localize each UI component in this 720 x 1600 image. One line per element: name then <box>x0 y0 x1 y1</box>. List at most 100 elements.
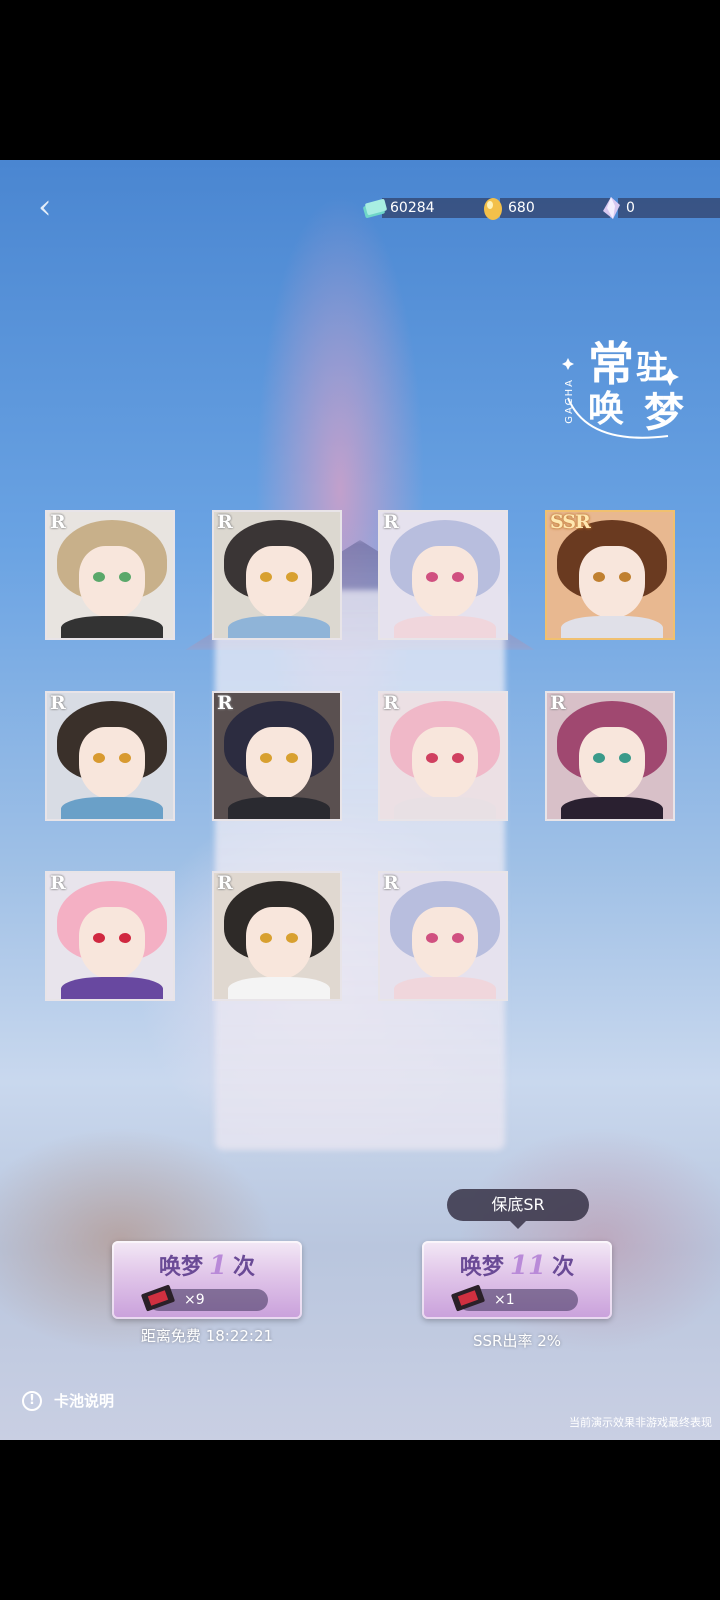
character-eye <box>593 753 605 763</box>
character-face <box>246 907 312 979</box>
character-outfit <box>61 797 163 819</box>
character-eye <box>119 933 131 943</box>
character-card[interactable]: R <box>378 510 508 640</box>
character-card[interactable]: R <box>45 510 175 640</box>
character-face <box>412 546 478 618</box>
pool-info-label: 卡池说明 <box>54 1392 115 1410</box>
rarity-badge: R <box>383 692 399 714</box>
character-card[interactable]: R <box>45 691 175 821</box>
character-outfit <box>61 977 163 999</box>
character-outfit <box>228 797 330 819</box>
pull-11-suffix: 次 <box>552 1254 575 1280</box>
character-outfit <box>61 616 163 638</box>
pull-11-button[interactable]: 唤梦 11 次 ×1 <box>422 1241 612 1319</box>
pull-1-suffix: 次 <box>233 1254 256 1280</box>
character-eye <box>93 933 105 943</box>
banner-logo: 常 驻 唤 梦 GACHA <box>558 328 688 453</box>
character-face <box>412 727 478 799</box>
character-card[interactable]: R <box>212 871 342 1001</box>
character-outfit <box>561 616 663 638</box>
character-eye <box>260 933 272 943</box>
character-card[interactable]: R <box>212 691 342 821</box>
character-card[interactable]: R <box>378 691 508 821</box>
currency-gold[interactable]: 680 <box>480 197 610 220</box>
character-outfit <box>394 797 496 819</box>
currency-crystal[interactable]: 0 <box>598 197 720 219</box>
character-face <box>79 907 145 979</box>
character-face <box>246 727 312 799</box>
pull-11-label: 唤梦 11 次 <box>422 1249 612 1281</box>
character-eye <box>119 753 131 763</box>
character-eye <box>619 753 631 763</box>
ssr-rate: SSR出率 2% <box>472 1332 562 1350</box>
info-icon: ! <box>22 1390 42 1411</box>
character-eye <box>119 572 131 582</box>
character-face <box>412 907 478 979</box>
character-eye <box>286 933 298 943</box>
rarity-badge: R <box>217 511 233 533</box>
currency-crystal-value: 0 <box>618 198 720 218</box>
character-face <box>579 727 645 799</box>
character-eye <box>452 753 464 763</box>
pool-info-button[interactable]: ! 卡池说明 <box>22 1390 114 1411</box>
pull-1-prefix: 唤梦 <box>158 1254 203 1280</box>
character-card[interactable]: R <box>212 510 342 640</box>
character-outfit <box>228 977 330 999</box>
rarity-badge: R <box>217 872 233 894</box>
rarity-badge: R <box>50 511 66 533</box>
free-countdown: 距离免费 18:22:21 <box>140 1327 274 1345</box>
character-eye <box>452 572 464 582</box>
character-eye <box>286 753 298 763</box>
banner-title-char-3: 唤 <box>588 388 625 430</box>
character-outfit <box>561 797 663 819</box>
currency-gold-value: 680 <box>500 198 610 218</box>
character-face <box>246 546 312 618</box>
castle-tower <box>215 590 505 1150</box>
rarity-badge: R <box>50 692 66 714</box>
character-eye <box>426 572 438 582</box>
pull-1-label: 唤梦 1 次 <box>112 1249 302 1281</box>
character-card[interactable]: SSR <box>545 510 675 640</box>
chevron-left-icon: ‹ <box>38 187 52 227</box>
character-outfit <box>394 616 496 638</box>
banner-title-char-4: 梦 <box>644 389 684 436</box>
character-eye <box>426 933 438 943</box>
rarity-badge: R <box>50 872 66 894</box>
character-eye <box>260 753 272 763</box>
banner-tag: GACHA <box>564 378 575 424</box>
demo-disclaimer: 当前演示效果非游戏最终表现 <box>569 1416 712 1429</box>
character-outfit <box>228 616 330 638</box>
pull-1-button[interactable]: 唤梦 1 次 ×9 <box>112 1241 302 1319</box>
character-card[interactable]: R <box>45 871 175 1001</box>
character-face <box>579 546 645 618</box>
rarity-badge: R <box>550 692 566 714</box>
character-eye <box>286 572 298 582</box>
character-eye <box>93 753 105 763</box>
rarity-badge: R <box>383 511 399 533</box>
gold-egg-icon <box>484 198 502 220</box>
back-button[interactable]: ‹ <box>38 190 68 224</box>
currency-tickets[interactable]: 60284 <box>362 197 492 219</box>
pull-11-count: 11 <box>509 1251 547 1281</box>
character-eye <box>260 572 272 582</box>
rarity-badge: R <box>383 872 399 894</box>
currency-tickets-value: 60284 <box>382 198 492 218</box>
character-eye <box>426 753 438 763</box>
dream-ticket-icon <box>141 1284 175 1312</box>
character-outfit <box>394 977 496 999</box>
ticket-stack-icon <box>363 199 387 218</box>
guarantee-tooltip: 保底SR <box>447 1189 589 1229</box>
character-eye <box>619 572 631 582</box>
rarity-badge: SSR <box>550 511 591 533</box>
character-card[interactable]: R <box>545 691 675 821</box>
pull-11-prefix: 唤梦 <box>459 1254 504 1280</box>
character-face <box>79 727 145 799</box>
character-card[interactable]: R <box>378 871 508 1001</box>
character-face <box>79 546 145 618</box>
crystal-icon <box>603 197 620 219</box>
pull-1-count: 1 <box>208 1251 228 1281</box>
dream-ticket-icon <box>451 1284 485 1312</box>
character-eye <box>452 933 464 943</box>
character-eye <box>93 572 105 582</box>
rarity-badge: R <box>217 692 233 714</box>
